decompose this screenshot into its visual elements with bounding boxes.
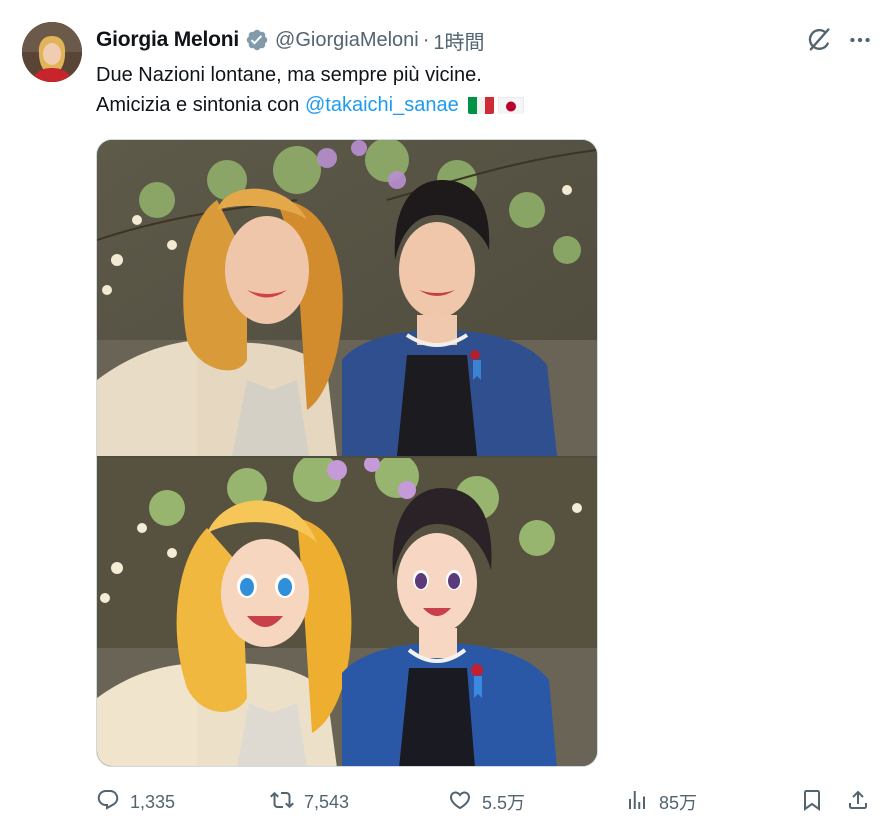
reply-count: 1,335 [130, 791, 176, 812]
more-icon[interactable] [844, 24, 876, 56]
photo-anime[interactable] [97, 458, 597, 766]
like-icon [448, 788, 472, 817]
tweet: Giorgia Meloni @GiorgiaMeloni · 1時間 Due … [0, 0, 891, 829]
japan-flag-icon [498, 95, 525, 114]
reply-button[interactable]: 1,335 [96, 786, 175, 818]
mention-link[interactable]: @takaichi_sanae [305, 94, 459, 116]
author-name[interactable]: Giorgia Meloni [96, 28, 239, 52]
like-button[interactable]: 5.5万 [448, 786, 525, 818]
views-count: 85万 [659, 793, 698, 813]
share-icon [846, 788, 870, 817]
tweet-text: Due Nazioni lontane, ma sempre più vicin… [96, 60, 525, 120]
verified-badge-icon[interactable] [245, 28, 269, 52]
avatar[interactable] [22, 22, 82, 82]
bookmark-icon [800, 788, 824, 817]
tweet-text-prefix: Amicizia e sintonia con [96, 94, 305, 116]
tweet-text-line1: Due Nazioni lontane, ma sempre più vicin… [96, 64, 482, 86]
action-bar: 1,335 7,543 5.5万 85万 [96, 786, 876, 818]
views-button[interactable]: 85万 [625, 786, 697, 818]
tweet-text-line2: Amicizia e sintonia con @takaichi_sanae [96, 90, 525, 120]
media-container[interactable] [96, 139, 598, 767]
photo-selfie[interactable] [97, 140, 597, 456]
retweet-icon [270, 788, 294, 817]
italy-flag-icon [468, 95, 495, 114]
separator-dot: · [422, 28, 430, 51]
retweet-button[interactable]: 7,543 [270, 786, 349, 818]
like-count: 5.5万 [482, 793, 526, 813]
reply-icon [96, 788, 120, 817]
author-handle[interactable]: @GiorgiaMeloni [275, 29, 419, 52]
retweet-count: 7,543 [304, 791, 350, 812]
grok-icon[interactable] [803, 24, 835, 56]
timestamp[interactable]: 1時間 [433, 26, 484, 55]
bookmark-button[interactable] [800, 786, 824, 818]
share-button[interactable] [846, 786, 870, 818]
tweet-header: Giorgia Meloni @GiorgiaMeloni · 1時間 [96, 26, 485, 54]
views-icon [625, 788, 649, 817]
